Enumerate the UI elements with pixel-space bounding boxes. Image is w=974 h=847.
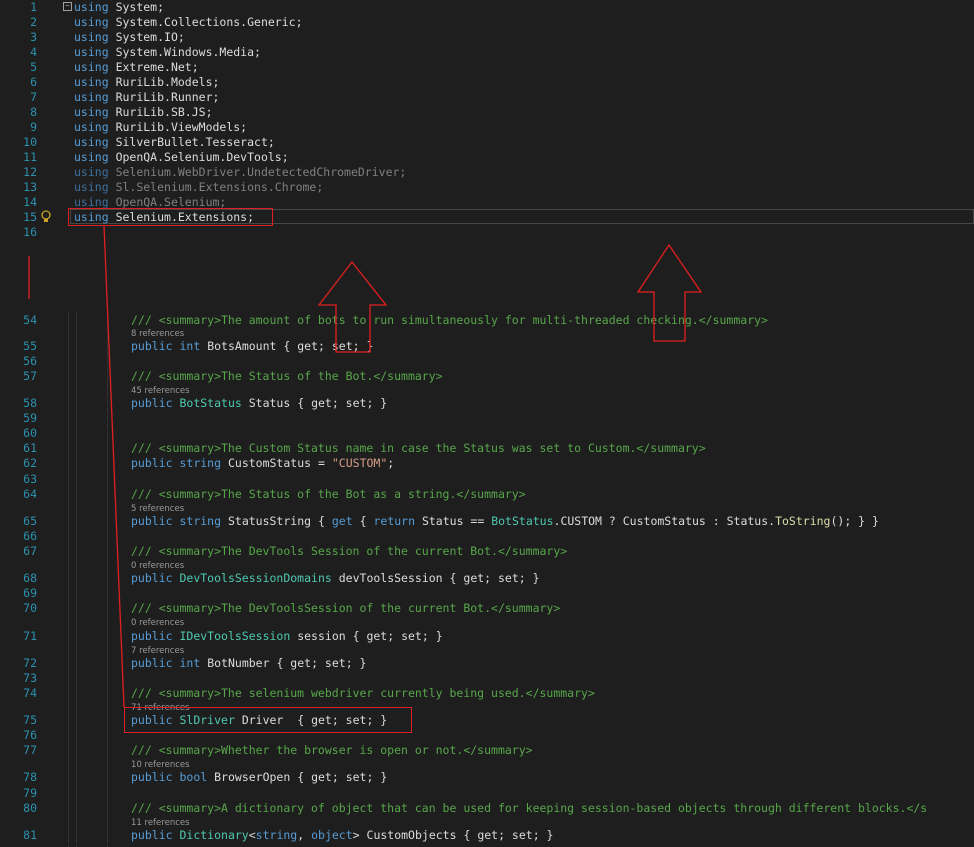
code-editor[interactable]: − 1 using System; 2 using System.Collectio… <box>0 0 974 847</box>
annotation-overlay <box>28 225 703 708</box>
